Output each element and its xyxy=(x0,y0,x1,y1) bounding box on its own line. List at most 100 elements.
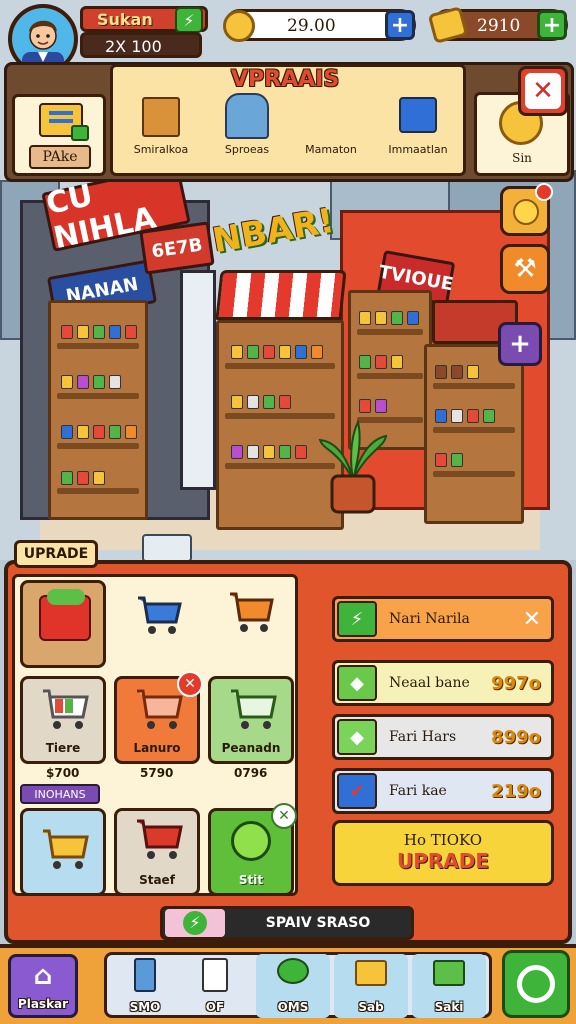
coin-amount: 29.00 xyxy=(287,16,336,36)
cart-tile-label: Tiere xyxy=(45,741,81,755)
red-basket-icon xyxy=(39,589,91,641)
cart-tile-label: Lanuro xyxy=(133,741,181,755)
add-gold-button[interactable]: + xyxy=(537,10,567,40)
nav-tab-smo[interactable]: SMO xyxy=(112,954,178,1018)
tool-icon: ⚒ xyxy=(513,254,537,284)
home-icon: ⌂ xyxy=(33,961,53,991)
upgrade-row-value: 899o xyxy=(491,726,541,748)
nav-tab-sab[interactable]: Sab xyxy=(334,954,408,1018)
category-item-label: Smiralkoa xyxy=(133,143,189,156)
chat-button[interactable] xyxy=(502,950,570,1018)
gold-amount: 2910 xyxy=(477,16,521,36)
spin-button[interactable]: ⚡ SPAIV SRASO xyxy=(160,906,414,940)
category-tab-left-label: PAke xyxy=(29,145,91,169)
nav-tab-oms[interactable]: OMS xyxy=(256,954,330,1018)
upgrade-row-name: Fari Hars xyxy=(389,729,457,745)
nav-tab-saki[interactable]: Saki xyxy=(412,954,486,1018)
close-button[interactable]: ✕ xyxy=(518,66,568,116)
cart-tile-8[interactable]: Stit ✕ xyxy=(208,803,297,896)
plus-icon: + xyxy=(390,12,410,38)
document-icon xyxy=(202,958,228,992)
player-name: Sukan xyxy=(97,10,153,29)
nav-tab-of[interactable]: OF xyxy=(182,954,248,1018)
lightning-icon: ⚡ xyxy=(183,911,207,935)
far-right-shelf xyxy=(424,344,524,524)
green-gem-icon xyxy=(231,821,271,861)
category-item-label: Mamaton xyxy=(305,143,357,156)
category-item-label: Immaatlan xyxy=(388,143,448,156)
category-item-3[interactable]: Immaatlan xyxy=(375,97,461,156)
add-area-button[interactable]: + xyxy=(498,322,542,366)
add-coins-button[interactable]: + xyxy=(385,10,415,40)
left-shelf xyxy=(48,300,148,520)
upgrade-row-0[interactable]: ⚡ Nari Narila ✕ xyxy=(332,596,554,642)
cart-tile-5[interactable]: Peanadn xyxy=(208,676,294,764)
cart-tile-0[interactable] xyxy=(20,580,106,668)
close-icon: ✕ xyxy=(525,73,561,109)
orange-cart-icon[interactable] xyxy=(226,588,276,638)
coin-bonus-button[interactable] xyxy=(500,183,553,236)
box-stack xyxy=(142,534,192,560)
player-name-panel: Sukan ⚡ xyxy=(80,6,208,33)
bolt-icon: ⚡ xyxy=(183,10,195,30)
nav-home[interactable]: ⌂ Plaskar xyxy=(8,954,78,1018)
cash-icon xyxy=(277,958,309,984)
potted-plant xyxy=(318,419,388,514)
category-title: VPRAAIS xyxy=(231,67,340,92)
chat-icon xyxy=(517,965,555,1003)
category-item-1[interactable]: Sproeas xyxy=(205,93,289,156)
gift-box-icon xyxy=(355,960,387,986)
boost-button[interactable]: ⚡ xyxy=(175,7,203,33)
notification-badge xyxy=(535,183,553,201)
cart-icon xyxy=(312,97,350,137)
striped-awning xyxy=(215,270,347,320)
cart-price: 5790 xyxy=(140,766,174,780)
plus-icon: + xyxy=(509,329,531,359)
upgrade-row-name: Nari Narila xyxy=(389,611,470,627)
tag-icon: ◆ xyxy=(337,719,377,755)
upgrade-row-2[interactable]: ◆ Fari Hars 899o xyxy=(332,714,554,760)
upgrade-button-line2: UPRADE xyxy=(396,849,490,873)
cart-tile-4[interactable]: Lanuro ✕ xyxy=(114,671,203,764)
upgrade-button-line1: Ho TIOKO xyxy=(403,831,483,849)
category-item-0[interactable]: Smiralkoa xyxy=(119,97,203,156)
upgrade-row-name: Neaal bane xyxy=(389,675,470,691)
category-list: VPRAAIS Smiralkoa Sproeas Mamaton Immaat… xyxy=(110,64,466,176)
box-icon xyxy=(433,960,465,986)
shovel-button[interactable]: ⚒ xyxy=(500,244,550,294)
category-item-2[interactable]: Mamaton xyxy=(289,97,373,156)
gold-counter: 2910 + xyxy=(427,6,568,44)
category-item-label: Sproeas xyxy=(224,143,270,156)
upgrade-row-name: Fari kae xyxy=(389,783,447,799)
coin-icon xyxy=(223,10,255,42)
dismiss-row-icon[interactable]: ✕ xyxy=(523,607,541,632)
blue-cart-icon[interactable] xyxy=(134,592,184,638)
ledger-icon xyxy=(39,103,89,141)
cart-tile-label: Stit xyxy=(238,873,264,887)
lightning-icon: ⚡ xyxy=(337,601,377,637)
upgrade-button[interactable]: Ho TIOKO UPRADE xyxy=(332,820,554,886)
blue-cart-icon xyxy=(399,97,437,133)
cart-price: $700 xyxy=(46,766,80,780)
crate-icon xyxy=(142,97,180,137)
spin-button-label: SPAIV SRASO xyxy=(265,915,371,931)
plus-icon: + xyxy=(542,12,562,38)
tag-icon: ◆ xyxy=(337,665,377,701)
upgrade-tab[interactable]: UPRADE xyxy=(14,540,98,568)
section-label: INOHANS xyxy=(20,784,100,804)
cart-tile-3[interactable]: Tiere xyxy=(20,676,106,764)
upgrade-row-3[interactable]: ✔ Fari kae 219o xyxy=(332,768,554,814)
category-tab-right-label: Sin xyxy=(512,151,532,165)
upgrade-row-value: 219o xyxy=(491,780,541,802)
cart-tile-label: Staef xyxy=(139,873,175,887)
coin-icon xyxy=(513,199,539,225)
cart-tile-7[interactable]: Staef xyxy=(114,808,200,896)
upgrade-row-value: 997o xyxy=(491,672,541,694)
close-badge-icon[interactable]: ✕ xyxy=(271,803,297,829)
cart-tile-6[interactable] xyxy=(20,808,106,896)
player-level: 2X 100 xyxy=(105,37,162,56)
coin-counter: 29.00 + xyxy=(223,9,416,42)
category-tab-left[interactable]: PAke xyxy=(12,94,106,176)
remove-badge-icon[interactable]: ✕ xyxy=(177,671,203,697)
upgrade-row-1[interactable]: ◆ Neaal bane 997o xyxy=(332,660,554,706)
